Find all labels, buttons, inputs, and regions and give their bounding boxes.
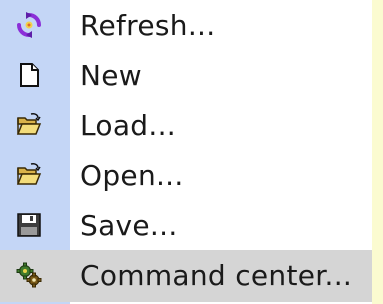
menu-item-label: New [80,59,142,92]
menu-item-label: Open... [80,159,184,192]
menu-item-label: Load... [80,109,176,142]
gears-icon [16,262,42,288]
menu-item-command-center[interactable]: Command center... [0,250,372,302]
menu-item-label: Save... [80,209,178,242]
menu-item-save[interactable]: Save... [0,200,372,252]
menu-item-open[interactable]: Open... [0,150,372,202]
menu-item-label: Refresh... [80,9,216,42]
menu-item-label: Command center... [80,259,353,292]
new-document-icon [16,62,42,88]
open-folder-icon [16,162,42,188]
refresh-icon [16,12,42,38]
menu-item-refresh[interactable]: Refresh... [0,0,372,52]
context-menu: Refresh... New Load... Open... Save... C… [0,0,372,304]
floppy-disk-icon [16,212,42,238]
menu-item-load[interactable]: Load... [0,100,372,152]
menu-item-new[interactable]: New [0,50,372,102]
open-folder-icon [16,112,42,138]
